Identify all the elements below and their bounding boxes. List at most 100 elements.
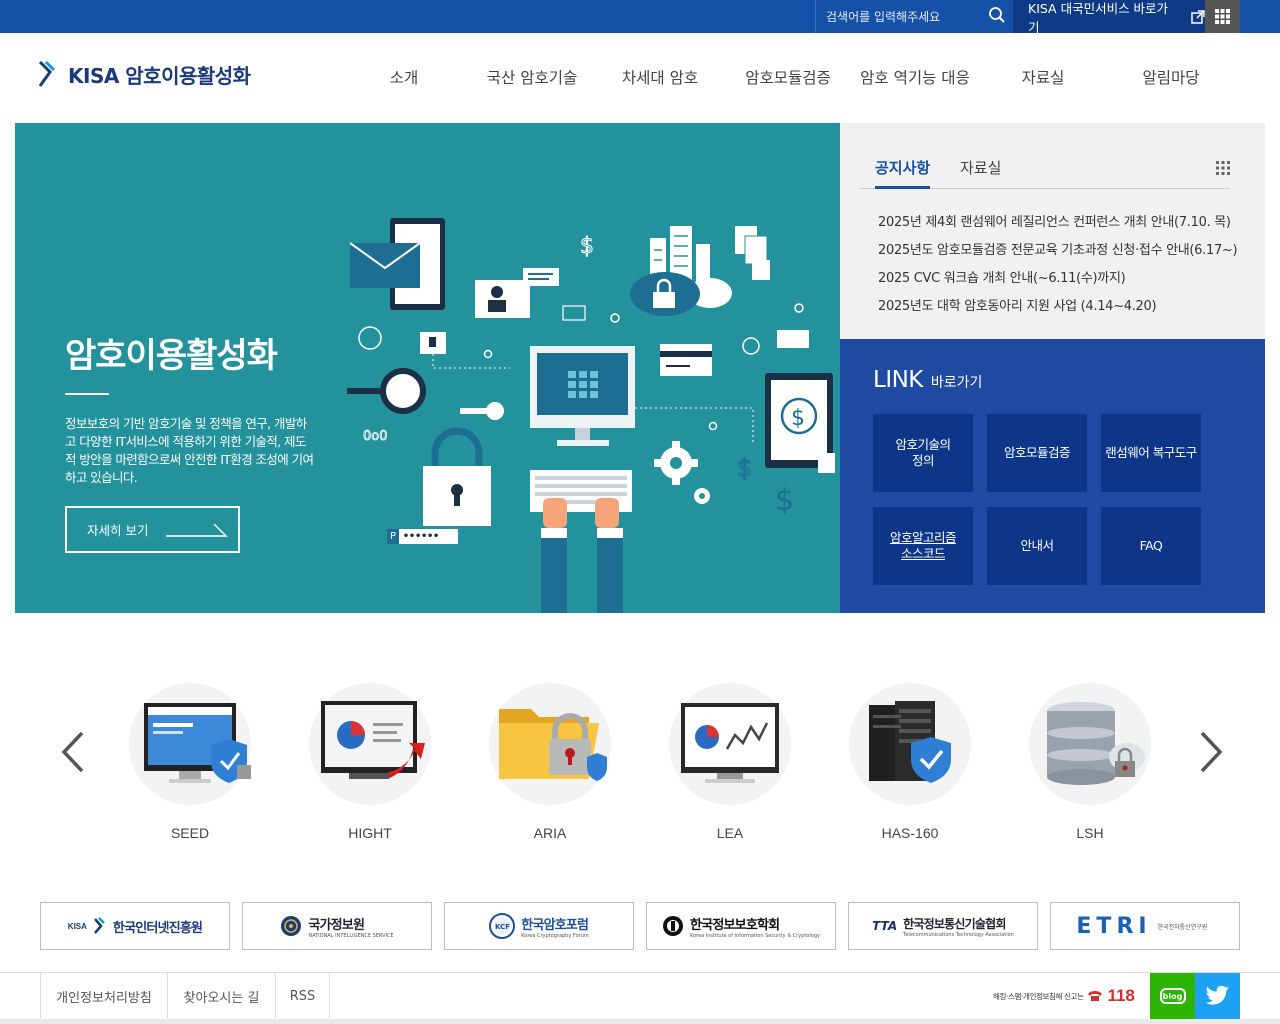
password-label: P bbox=[387, 529, 400, 544]
notice-tabs: 공지사항 자료실 bbox=[860, 157, 1230, 189]
tab-notice[interactable]: 공지사항 bbox=[875, 157, 931, 189]
top-bar: KISA 대국민서비스 바로가기 bbox=[0, 0, 1280, 35]
partner-name: ETRI bbox=[1076, 913, 1152, 939]
partner-nis[interactable]: 국가정보원 NATIONAL INTELLIGENCE SERVICE bbox=[242, 902, 432, 950]
tab-archive[interactable]: 자료실 bbox=[960, 157, 1001, 186]
report-hotline: 해킹·스팸·개인정보침해 신고는 118 bbox=[993, 983, 1135, 1009]
link-label: 랜섬웨어 복구도구 bbox=[1105, 445, 1197, 460]
nav-notice-board[interactable]: 알림마당 bbox=[1142, 66, 1199, 88]
blog-button[interactable]: blog bbox=[1150, 973, 1195, 1019]
nav-archive[interactable]: 자료실 bbox=[1022, 66, 1065, 88]
link-label: 암호모듈검증 bbox=[1003, 445, 1071, 460]
hero-more-button[interactable]: 자세히 보기 bbox=[65, 506, 240, 553]
algo-seed-image bbox=[129, 683, 251, 805]
search-box bbox=[815, 0, 1013, 33]
footer-link-label: 개인정보처리방침 bbox=[56, 991, 152, 1006]
partner-subtitle: Telecommunications Technology Associatio… bbox=[903, 931, 1014, 938]
slider-next-button[interactable] bbox=[1196, 730, 1226, 774]
links-title-sub: 바로가기 bbox=[930, 375, 983, 391]
hero-more-label: 자세히 보기 bbox=[87, 523, 149, 538]
twitter-button[interactable] bbox=[1195, 973, 1240, 1019]
link-label: 암호알고리즘 소스코드 bbox=[889, 530, 957, 561]
svg-text:0o0: 0o0 bbox=[363, 429, 388, 444]
algo-label: HAS-160 bbox=[881, 825, 939, 841]
link-faq[interactable]: FAQ bbox=[1101, 507, 1201, 585]
notice-item[interactable]: 2025년 제4회 랜섬웨어 레질리언스 컨퍼런스 개최 안내(7.10. 목) bbox=[878, 211, 1240, 239]
notice-more-button[interactable] bbox=[1216, 161, 1230, 180]
algo-lea[interactable]: LEA bbox=[660, 683, 800, 841]
partner-name: 한국정보보호학회 bbox=[690, 917, 780, 933]
nis-emblem-icon bbox=[281, 916, 302, 936]
partner-etri[interactable]: ETRI 한국전자통신연구원 bbox=[1050, 902, 1240, 950]
partner-name: 국가정보원 bbox=[308, 917, 365, 933]
hero-description: 정보보호의 기반 암호기술 및 정책을 연구, 개발하고 다양한 IT서비스에 … bbox=[65, 416, 314, 485]
sitemap-button[interactable] bbox=[1205, 0, 1240, 33]
link-label: 안내서 bbox=[1020, 538, 1054, 553]
footer-link-label: RSS bbox=[289, 989, 316, 1004]
partner-prefix: TTA bbox=[872, 919, 898, 933]
chevron-left-icon bbox=[61, 731, 84, 773]
report-text: 해킹·스팸·개인정보침해 신고는 bbox=[993, 991, 1084, 1001]
notice-item[interactable]: 2025 CVC 워크숍 개최 안내(~6.11(수)까지) bbox=[878, 267, 1240, 295]
svg-text:KCF: KCF bbox=[495, 923, 510, 931]
algo-has160[interactable]: HAS-160 bbox=[840, 683, 980, 841]
partner-tta[interactable]: TTA 한국정보통신기술협회 Telecommunications Techno… bbox=[848, 902, 1038, 950]
monitor-graph-icon bbox=[681, 703, 779, 783]
nav-intro[interactable]: 소개 bbox=[390, 66, 419, 88]
notice-item[interactable]: 2025년도 대학 암호동아리 지원 사업 (4.14~4.20) bbox=[878, 295, 1240, 323]
footer-privacy-link[interactable]: 개인정보처리방침 bbox=[40, 973, 168, 1020]
algo-label: HIGHT bbox=[348, 825, 392, 841]
svg-text:$: $ bbox=[580, 234, 594, 259]
algo-seed[interactable]: SEED bbox=[120, 683, 260, 841]
algo-label: LSH bbox=[1076, 825, 1104, 841]
search-button[interactable] bbox=[985, 5, 1009, 27]
slider-prev-button[interactable] bbox=[58, 730, 88, 774]
search-icon bbox=[989, 6, 1005, 23]
partner-subtitle: NATIONAL INTELLIGENCE SERVICE bbox=[308, 932, 394, 939]
algo-aria-image bbox=[489, 683, 611, 805]
footer-rss-link[interactable]: RSS bbox=[276, 973, 330, 1020]
notice-item[interactable]: 2025년도 암호모듈검증 전문교육 기초과정 신청·접수 안내(6.17~) bbox=[878, 239, 1240, 267]
link-crypto-definition[interactable]: 암호기술의 정의 bbox=[873, 414, 973, 492]
partner-name: 한국인터넷진흥원 bbox=[112, 920, 203, 936]
link-guide[interactable]: 안내서 bbox=[987, 507, 1087, 585]
svg-text:$: $ bbox=[737, 454, 752, 482]
main-navigation: 소개 국산 암호기술 차세대 암호 암호모듈검증 암호 역기능 대응 자료실 알… bbox=[340, 66, 1240, 92]
notice-list: 2025년 제4회 랜섬웨어 레질리언스 컨퍼런스 개최 안내(7.10. 목)… bbox=[878, 211, 1240, 323]
nav-crypto-misuse[interactable]: 암호 역기능 대응 bbox=[860, 66, 970, 88]
kisa-service-label: KISA 대국민서비스 바로가기 bbox=[1028, 0, 1169, 35]
report-number: 118 bbox=[1107, 986, 1135, 1005]
partner-kcf[interactable]: KCF 한국암호포럼 Korea Cryptography Forum bbox=[444, 902, 634, 950]
algo-lsh[interactable]: LSH bbox=[1020, 683, 1160, 841]
algo-hight[interactable]: HIGHT bbox=[300, 683, 440, 841]
monitor-shield-icon bbox=[144, 703, 251, 783]
footer-link-label: 찾아오시는 길 bbox=[183, 991, 260, 1006]
algo-aria[interactable]: ARIA bbox=[480, 683, 620, 841]
kcf-emblem-icon: KCF bbox=[489, 913, 516, 939]
nav-module-validation[interactable]: 암호모듈검증 bbox=[745, 66, 831, 88]
algo-lsh-image bbox=[1029, 683, 1151, 805]
partner-kisa[interactable]: KISA 한국인터넷진흥원 bbox=[40, 902, 230, 950]
arrow-right-icon bbox=[166, 522, 229, 537]
kisa-mark-icon bbox=[38, 60, 56, 87]
links-title-main: LINK bbox=[873, 367, 923, 393]
link-module-validation[interactable]: 암호모듈검증 bbox=[987, 414, 1087, 492]
footer: 개인정보처리방침 찾아오시는 길 RSS 해킹·스팸·개인정보침해 신고는 11… bbox=[0, 972, 1280, 1024]
monitor-chart-icon bbox=[321, 701, 425, 779]
site-logo[interactable]: KISA 암호이용활성화 bbox=[38, 56, 251, 92]
partner-kiisc[interactable]: 한국정보보호학회 Korea Institute of Information … bbox=[646, 902, 836, 950]
nav-domestic-crypto[interactable]: 국산 암호기술 bbox=[487, 66, 578, 88]
grid-more-icon bbox=[1216, 161, 1230, 175]
search-input[interactable] bbox=[816, 0, 981, 33]
kisa-service-link[interactable]: KISA 대국민서비스 바로가기 bbox=[1013, 0, 1205, 35]
link-algorithm-source[interactable]: 암호알고리즘 소스코드 bbox=[873, 507, 973, 585]
security-illustration: $ 0o0 $ $ $ bbox=[347, 218, 835, 613]
footer-bottom-strip bbox=[0, 1019, 1280, 1024]
nav-next-gen-crypto[interactable]: 차세대 암호 bbox=[622, 66, 698, 88]
link-ransomware-recovery[interactable]: 랜섬웨어 복구도구 bbox=[1101, 414, 1201, 492]
notice-panel: 공지사항 자료실 2025년 제4회 랜섬웨어 레질리언스 컨퍼런스 개최 안내… bbox=[840, 123, 1265, 339]
link-label: 암호기술의 정의 bbox=[895, 437, 951, 468]
partner-name: 한국암호포럼 bbox=[521, 917, 589, 933]
twitter-bird-icon bbox=[1205, 986, 1229, 1005]
footer-directions-link[interactable]: 찾아오시는 길 bbox=[168, 973, 276, 1020]
